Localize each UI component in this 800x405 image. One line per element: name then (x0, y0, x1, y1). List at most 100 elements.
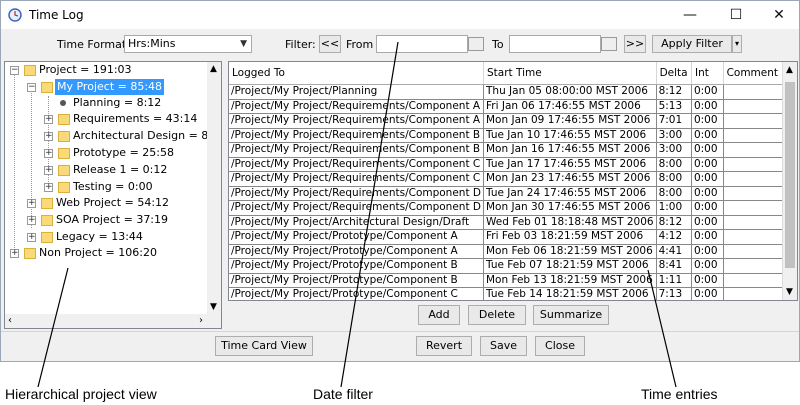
from-date-input[interactable] (376, 35, 468, 53)
tree-horizontal-scrollbar[interactable]: ‹ › (5, 314, 221, 328)
table-cell[interactable]: Fri Jan 06 17:46:55 MST 2006 (483, 99, 657, 114)
table-cell[interactable]: Mon Jan 30 17:46:55 MST 2006 (483, 200, 657, 216)
time-format-select[interactable]: Hrs:Mins ▼ (124, 35, 252, 53)
table-row[interactable]: /Project/My Project/Requirements/Compone… (229, 142, 797, 158)
table-row[interactable]: /Project/My Project/Planning Thu Jan 05 0… (229, 84, 797, 100)
table-cell[interactable]: /Project/My Project/Requirements/Compone… (229, 200, 484, 216)
table-cell[interactable]: /Project/My Project/Requirements/Compone… (229, 157, 484, 172)
minimize-button[interactable]: — (668, 1, 712, 29)
close-button[interactable]: Close (535, 336, 585, 356)
table-cell[interactable]: /Project/My Project/Prototype/Component … (229, 258, 484, 274)
table-cell[interactable]: 0:00 (691, 200, 724, 216)
close-window-button[interactable]: ✕ (757, 1, 800, 29)
table-cell[interactable]: 0:00 (691, 113, 724, 129)
column-header-start-time[interactable]: Start Time (483, 62, 657, 85)
tree-expander-icon[interactable]: + (44, 183, 53, 192)
table-cell[interactable]: /Project/My Project/Requirements/Compone… (229, 128, 484, 143)
table-cell[interactable]: 5:13 (656, 99, 692, 114)
tree-vertical-scrollbar[interactable]: ▲ ▼ (207, 62, 221, 314)
table-row[interactable]: /Project/My Project/Requirements/Compone… (229, 200, 797, 216)
table-cell[interactable]: Mon Jan 16 17:46:55 MST 2006 (483, 142, 657, 158)
tree-expander-icon[interactable]: + (44, 166, 53, 175)
tree-node-prototype[interactable]: Prototype = 25:58 (73, 145, 174, 161)
table-cell[interactable]: Mon Feb 06 18:21:59 MST 2006 (483, 244, 657, 259)
scroll-down-icon[interactable]: ▼ (210, 302, 217, 312)
scroll-right-icon[interactable]: › (199, 315, 203, 326)
tree-expander-icon[interactable]: + (44, 115, 53, 124)
table-cell[interactable]: 7:01 (656, 113, 692, 129)
table-cell[interactable]: Fri Feb 03 18:21:59 MST 2006 (483, 229, 657, 245)
time-entries-table[interactable]: Logged To Start Time Delta Int Comment /… (228, 61, 798, 301)
column-header-delta[interactable]: Delta (656, 62, 692, 85)
table-cell[interactable]: 3:00 (656, 128, 692, 143)
tree-expander-icon[interactable]: + (44, 132, 53, 141)
table-cell[interactable]: Mon Jan 23 17:46:55 MST 2006 (483, 171, 657, 187)
time-card-view-button[interactable]: Time Card View (215, 336, 313, 356)
tree-expander-icon[interactable]: + (27, 233, 36, 242)
table-cell[interactable]: /Project/My Project/Prototype/Component … (229, 273, 484, 288)
table-row[interactable]: /Project/My Project/Architectural Design… (229, 215, 797, 230)
table-cell[interactable]: 0:00 (691, 99, 724, 114)
tree-node-architectural-design[interactable]: Architectural Design = 8:12 (73, 128, 221, 144)
to-date-input[interactable] (509, 35, 601, 53)
tree-node-legacy[interactable]: Legacy = 13:44 (56, 229, 143, 245)
table-cell[interactable]: Thu Jan 05 08:00:00 MST 2006 (483, 84, 657, 100)
table-cell[interactable]: 4:12 (656, 229, 692, 245)
previous-range-button[interactable]: << (319, 35, 341, 53)
table-cell[interactable]: /Project/My Project/Requirements/Compone… (229, 171, 484, 187)
table-cell[interactable]: /Project/My Project/Planning (229, 84, 484, 100)
maximize-button[interactable]: ☐ (714, 1, 758, 29)
table-cell[interactable]: 0:00 (691, 84, 724, 100)
to-calendar-icon[interactable] (601, 37, 617, 51)
table-cell[interactable]: 0:00 (691, 287, 724, 300)
table-cell[interactable]: /Project/My Project/Requirements/Compone… (229, 186, 484, 201)
from-calendar-icon[interactable] (468, 37, 484, 51)
revert-button[interactable]: Revert (416, 336, 472, 356)
table-cell[interactable]: 8:00 (656, 186, 692, 201)
table-row[interactable]: /Project/My Project/Requirements/Compone… (229, 171, 797, 187)
tree-node-planning[interactable]: Planning = 8:12 (73, 95, 161, 111)
table-cell[interactable]: /Project/My Project/Requirements/Compone… (229, 99, 484, 114)
table-row[interactable]: /Project/My Project/Prototype/Component … (229, 244, 797, 259)
tree-expander-icon[interactable]: + (44, 149, 53, 158)
table-row[interactable]: /Project/My Project/Requirements/Compone… (229, 128, 797, 143)
table-cell[interactable]: 0:00 (691, 244, 724, 259)
table-cell[interactable]: Tue Feb 14 18:21:59 MST 2006 (483, 287, 657, 300)
table-cell[interactable]: 8:41 (656, 258, 692, 274)
add-entry-button[interactable]: Add (418, 305, 460, 325)
table-row[interactable]: /Project/My Project/Requirements/Compone… (229, 113, 797, 129)
table-row[interactable]: /Project/My Project/Prototype/Component … (229, 229, 797, 245)
project-tree[interactable]: − Project = 191:03 − My Project = 85:48 … (4, 61, 222, 329)
table-cell[interactable]: Tue Feb 07 18:21:59 MST 2006 (483, 258, 657, 274)
table-cell[interactable]: 0:00 (691, 128, 724, 143)
scroll-up-icon[interactable]: ▲ (210, 64, 217, 74)
table-cell[interactable]: Wed Feb 01 18:18:48 MST 2006 (483, 215, 657, 230)
tree-expander-icon[interactable]: − (10, 66, 19, 75)
scroll-thumb[interactable] (785, 82, 795, 268)
tree-expander-icon[interactable]: + (10, 249, 19, 258)
apply-filter-button[interactable]: Apply Filter (652, 35, 732, 53)
tree-node-release-1[interactable]: Release 1 = 0:12 (73, 162, 167, 178)
table-row[interactable]: /Project/My Project/Requirements/Compone… (229, 157, 797, 172)
tree-node-my-project[interactable]: My Project = 85:48 (55, 79, 165, 95)
table-cell[interactable]: 8:12 (656, 215, 692, 230)
table-cell[interactable]: Mon Jan 09 17:46:55 MST 2006 (483, 113, 657, 129)
table-cell[interactable]: 8:00 (656, 157, 692, 172)
table-cell[interactable]: 7:13 (656, 287, 692, 300)
scroll-up-icon[interactable]: ▲ (786, 65, 793, 75)
table-cell[interactable]: 0:00 (691, 186, 724, 201)
table-cell[interactable]: Mon Feb 13 18:21:59 MST 2006 (483, 273, 657, 288)
column-header-logged-to[interactable]: Logged To (229, 62, 484, 85)
apply-filter-dropdown-icon[interactable]: ▾ (732, 35, 742, 53)
tree-node-project[interactable]: Project = 191:03 (39, 62, 132, 78)
table-cell[interactable]: /Project/My Project/Requirements/Compone… (229, 113, 484, 129)
summarize-button[interactable]: Summarize (533, 305, 609, 325)
table-vertical-scrollbar[interactable]: ▲ ▼ (782, 62, 797, 300)
save-button[interactable]: Save (480, 336, 527, 356)
next-range-button[interactable]: >> (624, 35, 646, 53)
tree-expander-icon[interactable]: + (27, 216, 36, 225)
table-cell[interactable]: 0:00 (691, 157, 724, 172)
table-row[interactable]: /Project/My Project/Requirements/Compone… (229, 99, 797, 114)
table-cell[interactable]: 0:00 (691, 258, 724, 274)
tree-expander-icon[interactable]: − (27, 83, 36, 92)
